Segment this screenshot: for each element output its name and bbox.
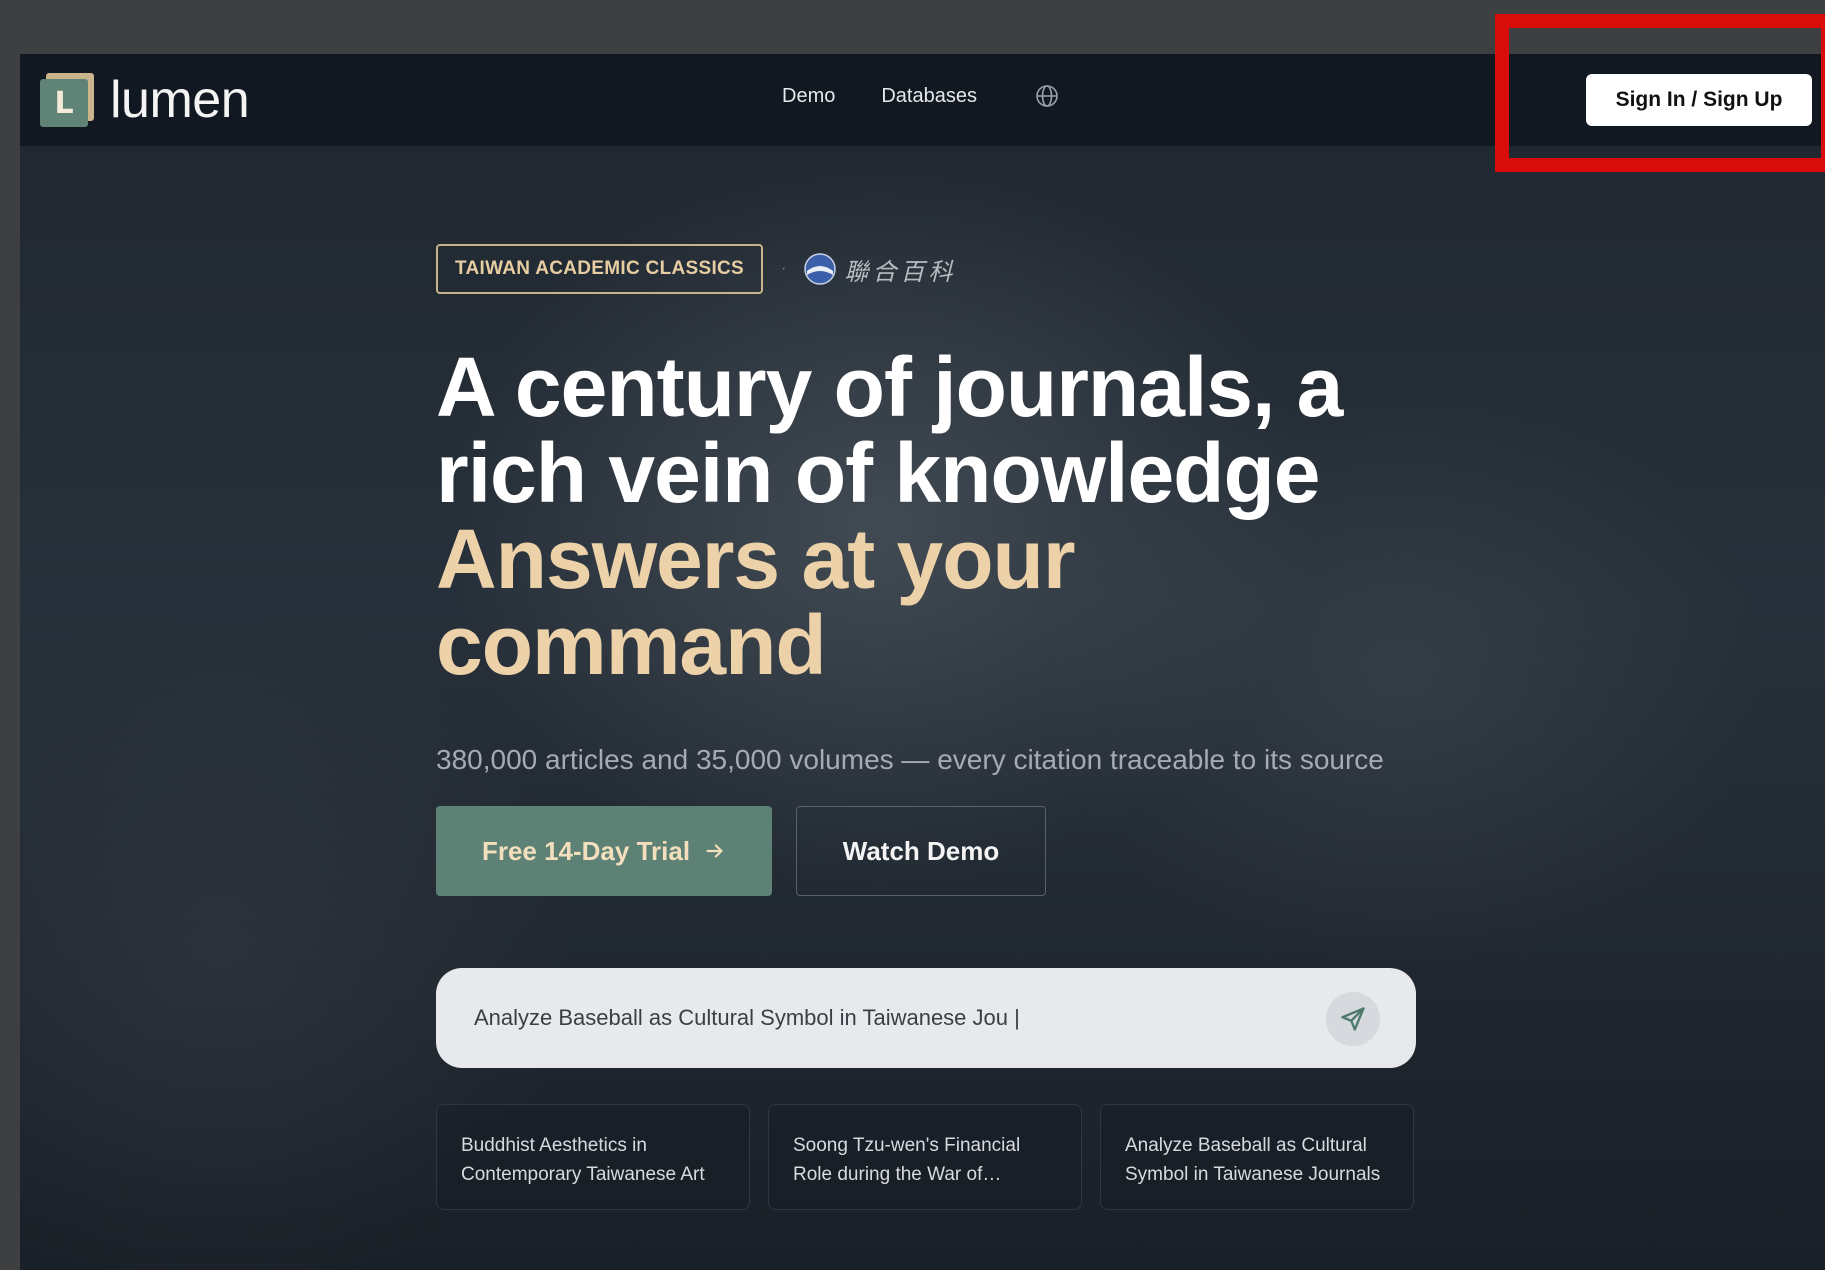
hero-section: TAIWAN ACADEMIC CLASSICS · 聯合百科 A centur…	[436, 244, 1436, 1211]
suggestion-card[interactable]: Analyze Baseball as Cultural Symbol in T…	[1100, 1104, 1414, 1211]
free-trial-button[interactable]: Free 14-Day Trial	[436, 806, 772, 897]
suggestion-text: Buddhist Aesthetics in Contemporary Taiw…	[461, 1135, 705, 1186]
top-navbar: L lumen Demo Databases Sign In / Sign Up	[20, 54, 1825, 146]
globe-icon[interactable]	[1035, 84, 1059, 108]
watch-demo-button[interactable]: Watch Demo	[796, 806, 1046, 897]
headline-accent: Answers at your command	[436, 512, 1076, 692]
brand-name: lumen	[110, 71, 250, 129]
partner-logo: 聯合百科	[804, 252, 956, 287]
browser-viewport: L lumen Demo Databases Sign In / Sign Up…	[20, 54, 1825, 1270]
suggestion-text: Soong Tzu-wen's Financial Role during th…	[793, 1135, 1021, 1186]
nav-link-demo[interactable]: Demo	[782, 85, 835, 108]
hero-headline: A century of journals, a rich vein of kn…	[436, 344, 1436, 688]
badge-row: TAIWAN ACADEMIC CLASSICS · 聯合百科	[436, 244, 1436, 294]
suggestion-cards: Buddhist Aesthetics in Contemporary Taiw…	[436, 1104, 1436, 1211]
cta-row: Free 14-Day Trial Watch Demo	[436, 806, 1436, 897]
suggestion-card[interactable]: Buddhist Aesthetics in Contemporary Taiw…	[436, 1104, 750, 1211]
free-trial-label: Free 14-Day Trial	[481, 835, 691, 866]
hero-subtitle: 380,000 articles and 35,000 volumes — ev…	[436, 744, 1384, 776]
headline-primary: A century of journals, a rich vein of kn…	[436, 340, 1343, 520]
brand-logo[interactable]: L lumen	[40, 71, 250, 129]
send-icon	[1341, 1007, 1365, 1031]
arrow-right-icon	[706, 844, 723, 858]
search-bar	[436, 968, 1416, 1069]
partner-name: 聯合百科	[844, 257, 957, 286]
sign-in-button[interactable]: Sign In / Sign Up	[1586, 74, 1812, 126]
partner-logo-icon	[804, 253, 837, 285]
nav-link-databases[interactable]: Databases	[881, 85, 977, 108]
suggestion-card[interactable]: Soong Tzu-wen's Financial Role during th…	[768, 1104, 1082, 1211]
collection-badge: TAIWAN ACADEMIC CLASSICS	[436, 244, 764, 294]
badge-separator: ·	[781, 260, 787, 277]
logo-letter: L	[40, 79, 88, 127]
send-button[interactable]	[1326, 992, 1380, 1047]
logo-mark-icon: L	[40, 73, 94, 127]
suggestion-text: Analyze Baseball as Cultural Symbol in T…	[1125, 1135, 1381, 1186]
nav-links: Demo Databases	[782, 84, 1059, 108]
search-input[interactable]	[472, 1004, 1326, 1033]
